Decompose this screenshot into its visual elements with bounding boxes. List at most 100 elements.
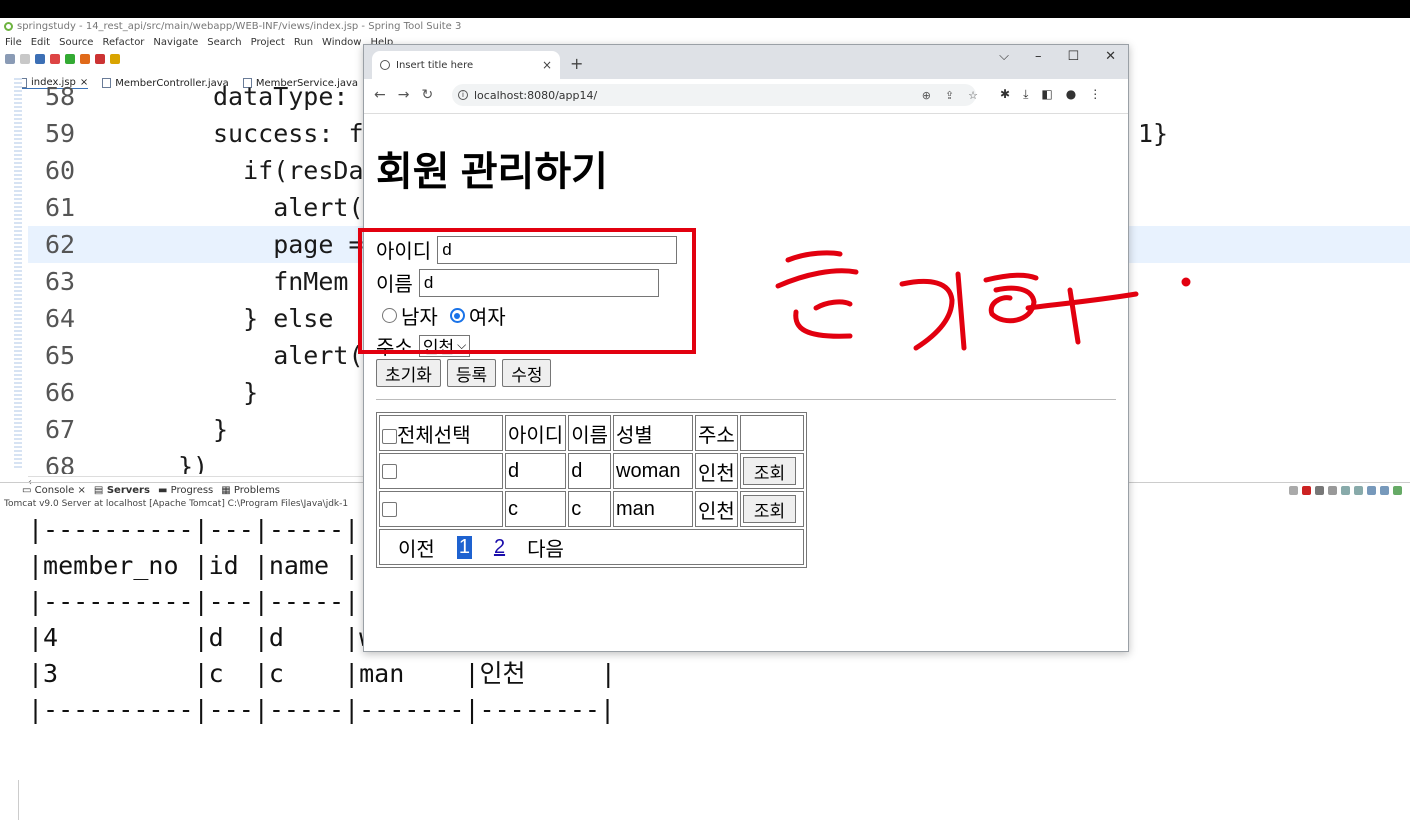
code-text: }	[213, 415, 229, 444]
page-link[interactable]: 2	[494, 536, 505, 559]
tab-label: Console	[34, 485, 75, 496]
cell-address: 인천	[695, 491, 738, 527]
code-text: }	[213, 378, 259, 407]
view-button[interactable]: 조회	[742, 457, 797, 485]
line-number: 58	[45, 82, 76, 111]
address-bar-actions: ⊕ ⇪ ☆	[922, 89, 978, 102]
share-icon[interactable]: ⇪	[945, 89, 954, 102]
menu-project[interactable]: Project	[251, 37, 285, 48]
reload-icon[interactable]: ↻	[421, 87, 433, 103]
modify-button[interactable]: 수정	[502, 359, 552, 387]
menu-run[interactable]: Run	[294, 37, 313, 48]
line-number: 67	[45, 415, 76, 444]
zoom-icon[interactable]: ⊕	[922, 89, 931, 102]
external-tools-icon[interactable]	[80, 54, 90, 64]
display-console-icon[interactable]	[1367, 486, 1376, 495]
code-text: 1}	[1138, 119, 1169, 148]
debug-icon[interactable]	[50, 54, 60, 64]
address-bar[interactable]: i localhost:8080/app14/ ⊕ ⇪ ☆	[452, 84, 978, 106]
scroll-lock-icon[interactable]	[1341, 486, 1350, 495]
download-icon[interactable]: ⤓	[1023, 87, 1028, 102]
cell-name: d	[568, 453, 612, 489]
save-icon[interactable]	[20, 54, 30, 64]
close-tab-icon[interactable]: ×	[542, 58, 552, 72]
console-toolbar	[1289, 486, 1402, 495]
ide-title-bar: springstudy - 14_rest_api/src/main/webap…	[0, 18, 1410, 34]
view-menu-icon[interactable]	[1393, 486, 1402, 495]
screen-top-bar	[0, 0, 1410, 18]
prev-page-link[interactable]: 이전	[398, 533, 435, 562]
cell-name: c	[568, 491, 612, 527]
view-button[interactable]: 조회	[742, 495, 797, 523]
open-console-icon[interactable]	[1380, 486, 1389, 495]
table-row: c c man 인천 조회	[379, 491, 804, 527]
forward-icon[interactable]: →	[398, 87, 410, 103]
remove-all-icon[interactable]	[1328, 486, 1337, 495]
select-all-cell: 전체선택	[379, 415, 503, 451]
bookmark-star-icon[interactable]: ☆	[968, 89, 978, 102]
new-tab-icon[interactable]: +	[570, 54, 583, 73]
page-title: 회원 관리하기	[376, 150, 608, 194]
cell-gender: man	[613, 491, 694, 527]
profile-icon[interactable]: ●	[1066, 87, 1076, 102]
code-text: } else	[213, 304, 334, 333]
reset-button[interactable]: 초기화	[376, 359, 441, 387]
browser-toolbar: ← → ↻ i localhost:8080/app14/ ⊕ ⇪ ☆ ✱ ⤓ …	[364, 79, 1128, 114]
tab-search-icon[interactable]: ⌵	[999, 49, 1009, 64]
page-link-current[interactable]: 1	[456, 535, 472, 559]
tab-servers[interactable]: ▤ Servers	[94, 485, 150, 496]
cell-address: 인천	[695, 453, 738, 489]
menu-refactor[interactable]: Refactor	[102, 37, 144, 48]
code-text: success: f	[213, 119, 364, 148]
code-text: alert(	[213, 193, 364, 222]
menu-file[interactable]: File	[5, 37, 22, 48]
select-all-checkbox[interactable]	[382, 428, 397, 444]
console-process-path: Tomcat v9.0 Server at localhost [Apache …	[4, 499, 349, 509]
table-row: d d woman 인천 조회	[379, 453, 804, 489]
tab-console[interactable]: ▭ Console ×	[22, 485, 86, 496]
tab-label: Progress	[170, 485, 214, 496]
next-page-link[interactable]: 다음	[527, 533, 564, 562]
line-number: 62	[45, 230, 76, 259]
browser-tab[interactable]: Insert title here ×	[372, 51, 560, 79]
close-window-icon[interactable]: ✕	[1105, 49, 1116, 64]
column-header-action	[739, 415, 804, 451]
table-header-row: 전체선택 아이디 이름 성별 주소	[379, 415, 804, 451]
line-number: 68	[45, 452, 76, 474]
print-icon[interactable]	[35, 54, 45, 64]
word-wrap-icon[interactable]	[1354, 486, 1363, 495]
terminate-icon[interactable]	[1302, 486, 1311, 495]
console-line: |----------|---|-----|-------|--------|	[28, 695, 615, 724]
row-checkbox[interactable]	[382, 463, 397, 479]
maximize-icon[interactable]: ☐	[1067, 49, 1079, 64]
menu-search[interactable]: Search	[207, 37, 241, 48]
extensions-icon[interactable]: ✱	[1000, 87, 1010, 102]
new-icon[interactable]	[5, 54, 15, 64]
open-type-icon[interactable]	[110, 54, 120, 64]
tab-progress[interactable]: ▬ Progress	[158, 485, 213, 496]
menu-window[interactable]: Window	[322, 37, 361, 48]
tab-problems[interactable]: ▦ Problems	[221, 485, 280, 496]
globe-icon	[380, 60, 390, 70]
stop-icon[interactable]	[95, 54, 105, 64]
info-icon[interactable]: i	[458, 90, 468, 100]
line-number: 59	[45, 119, 76, 148]
row-checkbox[interactable]	[382, 501, 397, 517]
menu-kebab-icon[interactable]: ⋮	[1089, 87, 1101, 102]
menu-source[interactable]: Source	[59, 37, 93, 48]
register-button[interactable]: 등록	[446, 359, 497, 387]
side-panel-icon[interactable]: ◧	[1041, 87, 1052, 102]
pin-icon[interactable]	[1289, 486, 1298, 495]
line-number: 66	[45, 378, 76, 407]
line-number: 64	[45, 304, 76, 333]
problems-icon: ▦	[221, 485, 231, 496]
menu-navigate[interactable]: Navigate	[153, 37, 198, 48]
handwritten-annotation	[775, 250, 1191, 351]
back-icon[interactable]: ←	[374, 87, 386, 103]
menu-edit[interactable]: Edit	[31, 37, 50, 48]
code-text: alert(	[213, 341, 364, 370]
remove-icon[interactable]	[1315, 486, 1324, 495]
minimize-icon[interactable]: –	[1035, 49, 1042, 64]
run-icon[interactable]	[65, 54, 75, 64]
pagination-cell: 이전 1 2 다음	[379, 529, 804, 565]
